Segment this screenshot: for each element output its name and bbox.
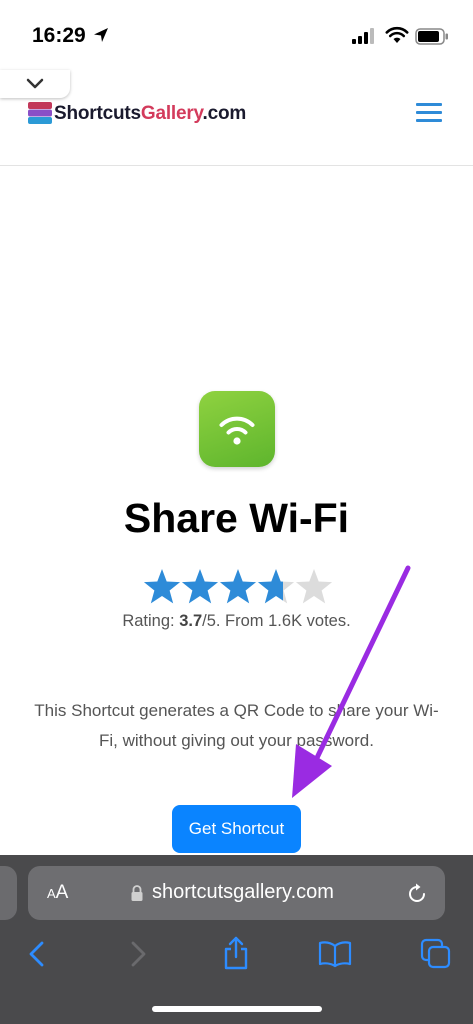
rating-label: Rating:: [122, 612, 180, 630]
status-bar: 16:29: [0, 0, 473, 70]
hamburger-menu-icon[interactable]: [414, 100, 444, 124]
tabs-icon[interactable]: [420, 938, 452, 970]
wifi-status-icon: [385, 26, 409, 43]
wifi-icon: [219, 416, 255, 445]
shortcut-title: Share Wi-Fi: [123, 495, 350, 541]
star-4: [257, 569, 295, 604]
star-1: [143, 569, 181, 604]
back-arrow-icon[interactable]: [27, 940, 47, 968]
shortcut-app-icon: [199, 391, 275, 467]
rating-votes: /5. From 1.6K votes.: [202, 612, 351, 630]
reload-icon[interactable]: [405, 882, 429, 906]
logo-text-part1: Shortcuts: [54, 103, 141, 124]
battery-icon: [415, 28, 448, 45]
star-2: [181, 569, 219, 604]
text-size-small: A: [47, 886, 56, 901]
shortcuts-gallery-logo-icon[interactable]: [28, 102, 52, 124]
text-size-button[interactable]: AA: [47, 882, 68, 904]
get-shortcut-button[interactable]: Get Shortcut: [172, 805, 301, 853]
site-logo-text[interactable]: ShortcutsGallery.com: [54, 103, 246, 125]
text-size-big: A: [55, 882, 69, 903]
cellular-signal-icon: [352, 28, 374, 44]
previous-tab-preview[interactable]: [0, 866, 17, 920]
rating-text: Rating: 3.7/5. From 1.6K votes.: [0, 612, 473, 631]
star-rating: [143, 569, 333, 604]
share-icon[interactable]: [222, 935, 250, 971]
forward-arrow-icon[interactable]: [128, 940, 148, 968]
logo-text-part2: Gallery: [140, 103, 203, 124]
star-3: [219, 569, 257, 604]
location-arrow-icon: [94, 28, 108, 42]
status-time: 16:29: [32, 24, 86, 47]
lock-icon: [131, 885, 143, 901]
logo-text-part3: .com: [202, 103, 247, 124]
shortcut-description: This Shortcut generates a QR Code to sha…: [34, 701, 439, 750]
star-5: [295, 569, 333, 604]
home-indicator: [152, 1006, 322, 1012]
url-text[interactable]: shortcutsgallery.com: [152, 881, 334, 904]
bookmarks-icon[interactable]: [318, 940, 352, 968]
rating-value: 3.7: [179, 612, 203, 630]
